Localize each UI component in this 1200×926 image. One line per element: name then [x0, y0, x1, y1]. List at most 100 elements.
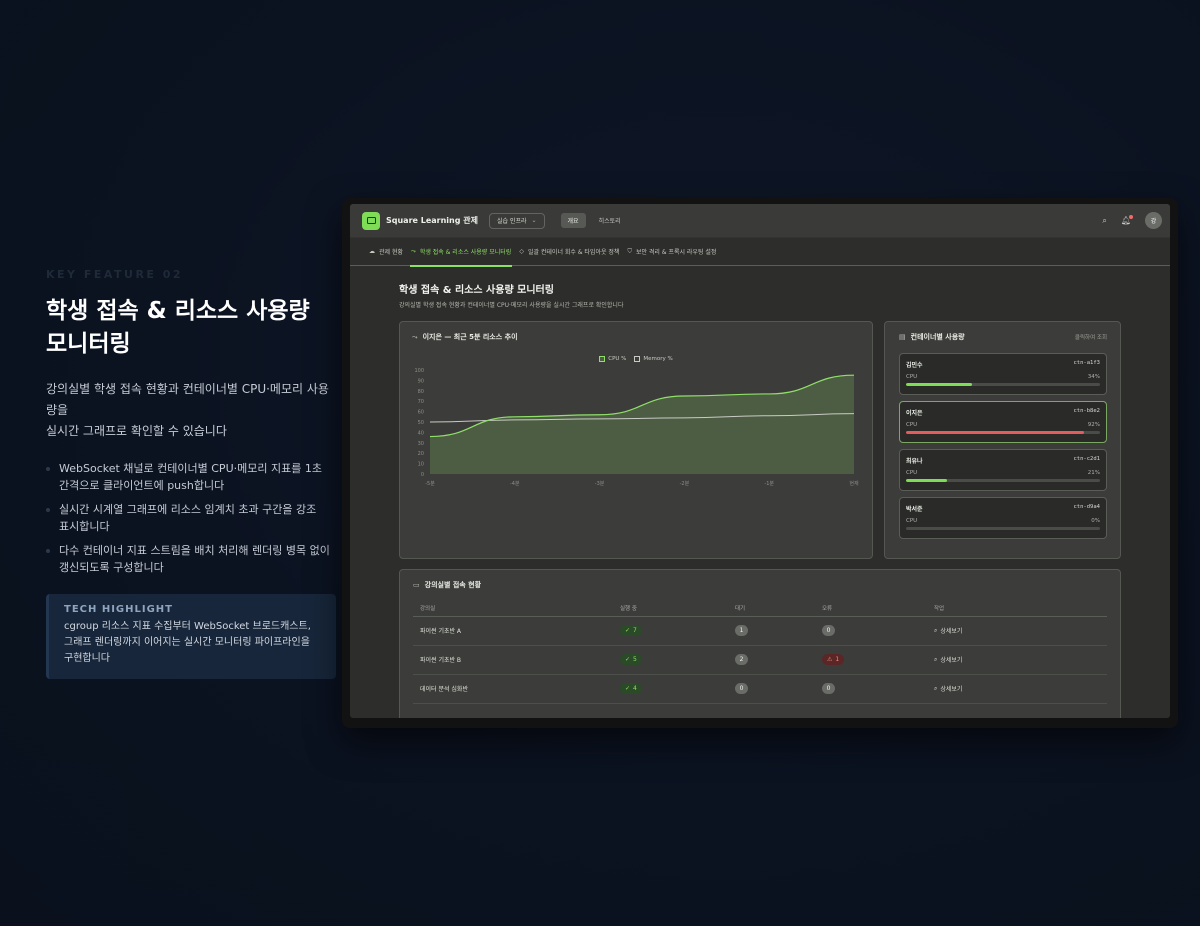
running-count: 5	[633, 656, 637, 663]
action-cell: ⌕ 상세보기	[927, 616, 1107, 646]
y-tick-label: 50	[418, 420, 424, 426]
y-tick-label: 0	[421, 472, 424, 478]
tab-label: 일괄 컨테이너 회수 & 타임아웃 정책	[527, 249, 620, 256]
tab-container-recovery[interactable]: ◇ 일괄 컨테이너 회수 & 타임아웃 정책	[518, 238, 620, 266]
metric-value: 0%	[1091, 518, 1100, 524]
column-header: 작업	[927, 600, 1107, 617]
tab-control-status[interactable]: ☁ 관제 현황	[368, 238, 404, 266]
cloud-icon: ☁	[369, 248, 375, 255]
error-badge: 0	[822, 625, 835, 636]
bullet-line: 간격으로 클라이언트에 push합니다	[59, 479, 225, 492]
classroom-table: 강의실 실행 중 대기 오류 작업 파이썬 기초반 A ✓ 7 1 0 ⌕ 상세보기…	[413, 600, 1107, 704]
legend-label: CPU %	[608, 356, 627, 362]
error-count: 1	[835, 656, 840, 663]
page-title: 학생 접속 & 리소스 사용량 모니터링	[399, 285, 554, 296]
container-item[interactable]: 박서준 ctn-d9a4 CPU 0%	[899, 497, 1107, 539]
legend-swatch-cpu	[599, 356, 606, 362]
container-student-name: 박서준	[906, 506, 923, 513]
tab-monitoring[interactable]: ⤳ 학생 접속 & 리소스 사용량 모니터링	[410, 238, 513, 267]
detail-button[interactable]: ⌕ 상세보기	[934, 684, 962, 694]
chevron-down-icon: ⌄	[531, 217, 537, 224]
x-tick-label: 현재	[849, 480, 859, 487]
bullet-line: 갱신되도록 구성합니다	[59, 561, 164, 574]
detail-button[interactable]: ⌕ 상세보기	[934, 626, 963, 636]
monitor-row: 0 10 20 30 40 50 60 70 80 90 100 -5분 -4분 -3분 -2분 -1분 현재 …	[399, 321, 1121, 559]
check-icon: ✓	[625, 627, 631, 634]
tab-overview[interactable]: 개요	[560, 213, 586, 228]
table-card-title: ▭ 강의실별 접속 현황	[413, 580, 1107, 590]
x-tick-label: -5분	[425, 481, 435, 487]
avatar[interactable]: 강	[1145, 212, 1162, 229]
container-card-title-label: 컨테이너별 사용량	[910, 333, 965, 341]
metric-label: CPU	[906, 422, 918, 428]
detail-button[interactable]: ⌕ 상세보기	[934, 655, 963, 665]
infra-selector[interactable]: 실습 인프라 ⌄	[488, 212, 545, 229]
cpu-area	[430, 375, 854, 474]
metric-label: CPU	[906, 374, 918, 380]
metric-value: 92%	[1087, 422, 1100, 428]
container-item-header: 김민수 ctn-a1f3	[906, 360, 1100, 369]
cpu-progress-bar	[906, 431, 1100, 434]
warning-icon: ⚠	[827, 656, 833, 663]
bullet-line: 실시간 시계열 그래프에 리소스 임계치 초과 구간을 강조	[59, 503, 317, 516]
error-cell: 0	[815, 674, 927, 704]
container-usage-card: ▤ 컨테이너별 사용량 클릭하여 조회 김민수 ctn-a1f3 CPU 34%…	[884, 321, 1121, 559]
container-item[interactable]: 최유나 ctn-c2d1 CPU 21%	[899, 449, 1107, 491]
legend-swatch-memory	[634, 356, 641, 362]
server-icon: ▤	[899, 333, 906, 341]
container-item[interactable]: 김민수 ctn-a1f3 CPU 34%	[899, 353, 1107, 395]
container-item[interactable]: 이지은 ctn-b8e2 CPU 92%	[899, 401, 1107, 443]
room-name: 데이터 분석 심화반	[413, 674, 613, 704]
legend-item-cpu[interactable]: CPU %	[599, 356, 626, 362]
main-content: 학생 접속 & 리소스 사용량 모니터링 강의실별 학생 접속 현황과 컨테이너…	[350, 266, 1170, 718]
running-cell: ✓ 5	[613, 645, 728, 675]
x-tick-label: -1분	[764, 481, 774, 487]
error-badge: ⚠ 1	[822, 654, 845, 665]
app-title: Square Learning 관제	[386, 216, 478, 225]
waiting-badge: 2	[735, 654, 748, 665]
resource-chart-card: 0 10 20 30 40 50 60 70 80 90 100 -5분 -4분 -3분 -2분 -1분 현재 …	[399, 321, 873, 559]
metric-value: 34%	[1087, 374, 1100, 380]
tech-highlight-title: TECH HIGHLIGHT	[64, 604, 173, 615]
column-header: 오류	[815, 600, 927, 617]
search-icon: ⌕	[934, 626, 938, 634]
running-cell: ✓ 7	[613, 616, 728, 646]
cpu-progress-fill	[906, 431, 1085, 434]
tab-history[interactable]: 히스토리	[592, 213, 628, 228]
container-student-name: 이지은	[906, 410, 923, 417]
feature-title: 학생 접속 & 리소스 사용량 모니터링	[46, 295, 336, 361]
column-header: 대기	[728, 600, 815, 617]
bullet-line: 표시합니다	[59, 520, 110, 533]
container-student-name: 최유나	[906, 458, 923, 465]
table-row: 파이썬 기초반 B ✓ 5 2 ⚠ 1 ⌕ 상세보기	[413, 645, 1107, 675]
top-bar: Square Learning 관제 실습 인프라 ⌄ 개요 히스토리 ⌕ 🔔︎…	[350, 204, 1170, 238]
section-tabs: ☁ 관제 현황 ⤳ 학생 접속 & 리소스 사용량 모니터링 ◇ 일괄 컨테이너…	[350, 238, 1170, 267]
top-actions: ⌕ 🔔︎ 강	[1102, 212, 1162, 229]
line-chart-icon: ⤳	[412, 332, 418, 341]
tab-security[interactable]: ⛉ 보안 격리 & 프록시 라우팅 설정	[626, 238, 717, 266]
page-subtitle: 강의실별 학생 접속 현황과 컨테이너별 CPU·메모리 사용량을 실시간 그래…	[399, 302, 624, 309]
container-metric: CPU 21%	[906, 470, 1100, 476]
check-icon: ✓	[625, 685, 631, 692]
detail-label: 상세보기	[940, 628, 963, 635]
device-frame: Square Learning 관제 실습 인프라 ⌄ 개요 히스토리 ⌕ 🔔︎…	[342, 198, 1178, 728]
detail-label: 상세보기	[940, 657, 963, 664]
feature-bullet: 다수 컨테이너 지표 스트림을 배치 처리해 렌더링 병목 없이 갱신되도록 구성…	[46, 542, 336, 576]
running-badge: ✓ 4	[620, 683, 642, 694]
y-tick-label: 90	[418, 378, 424, 384]
waiting-badge: 1	[735, 625, 748, 636]
feature-bullet: 실시간 시계열 그래프에 리소스 임계치 초과 구간을 강조표시합니다	[46, 501, 336, 535]
bell-icon[interactable]: 🔔︎	[1121, 215, 1133, 225]
y-tick-label: 70	[418, 399, 424, 405]
container-metric: CPU 0%	[906, 518, 1100, 524]
legend-item-memory[interactable]: Memory %	[634, 356, 673, 362]
waiting-badge: 0	[735, 683, 748, 694]
tech-highlight-text: cgroup 리소스 지표 수집부터 WebSocket 브로드캐스트, 그래프…	[64, 619, 322, 667]
terminal-logo-icon	[362, 211, 380, 230]
search-icon[interactable]: ⌕	[1102, 216, 1106, 226]
monitor-icon: ▭	[413, 581, 420, 589]
table-header-row: 강의실 실행 중 대기 오류 작업	[413, 600, 1107, 617]
tab-label: 보안 격리 & 프록시 라우팅 설정	[635, 249, 717, 256]
waiting-cell: 0	[728, 674, 815, 704]
classroom-status-card: ▭ 강의실별 접속 현황 강의실 실행 중 대기 오류 작업 파이썬 기초반 A…	[399, 569, 1121, 718]
